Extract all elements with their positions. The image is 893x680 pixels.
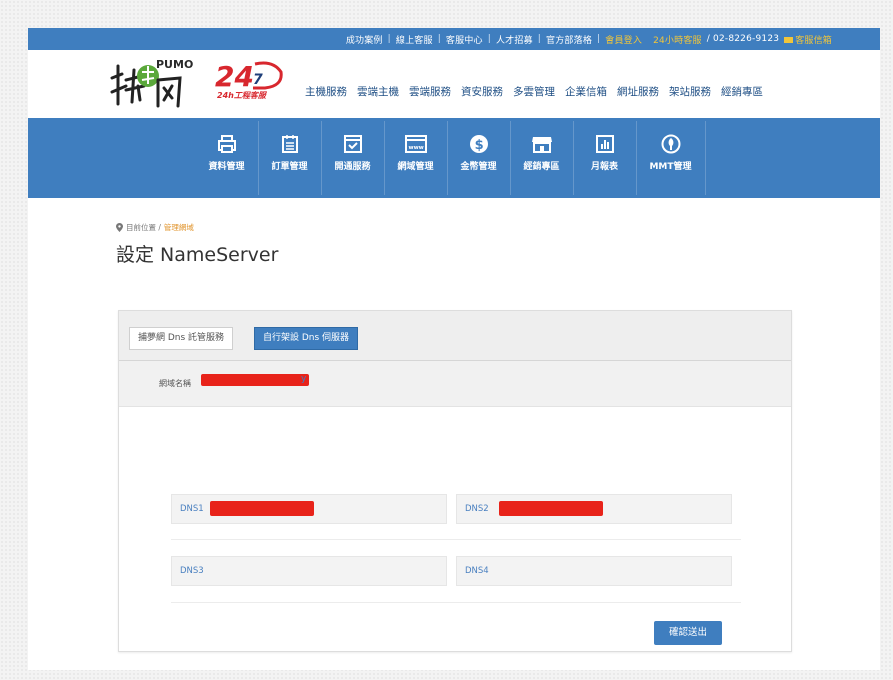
svg-text:$: $ <box>474 138 483 153</box>
tab-custom-dns[interactable]: 自行架設 Dns 伺服器 <box>254 327 359 350</box>
calendar-list-icon <box>281 135 298 153</box>
breadcrumb-current[interactable]: 管理網域 <box>164 222 194 233</box>
topbar-link-online-support[interactable]: 線上客服 <box>396 33 433 46</box>
checkbox-window-icon <box>343 135 362 153</box>
member-login-link[interactable]: 會員登入 <box>605 33 642 46</box>
location-pin-icon <box>116 223 123 232</box>
topbar-link-blog[interactable]: 官方部落格 <box>546 33 592 46</box>
topbar-link-careers[interactable]: 人才招募 <box>496 33 533 46</box>
site-header: PUMO 24 7 24h工程客服 主機服務 雲端主機 雲端服務 資安服務 多雲… <box>28 50 880 118</box>
dns1-field[interactable]: DNS1 <box>171 494 447 524</box>
admin-menu-monthly-report[interactable]: 月報表 <box>574 121 637 195</box>
svg-text:24: 24 <box>215 60 254 92</box>
topbar-link-cases[interactable]: 成功案例 <box>346 33 383 46</box>
badge-subtitle: 24h工程客服 <box>217 91 266 100</box>
separator: | <box>437 34 441 44</box>
dns-mode-tabs: 捕夢網 Dns 託管服務 自行架設 Dns 伺服器 <box>119 311 791 361</box>
dns1-value-redacted <box>210 501 314 516</box>
admin-menu-reseller[interactable]: 經銷專區 <box>511 121 574 195</box>
domain-row: 網域名稱 y <box>119 361 791 407</box>
logo-text: PUMO <box>156 58 194 71</box>
nav-enterprise-mail[interactable]: 企業信箱 <box>565 84 607 99</box>
bar-chart-icon <box>595 135 614 153</box>
svg-text:www: www <box>408 145 423 151</box>
dns2-value-redacted <box>499 501 603 516</box>
tab-hosted-dns[interactable]: 捕夢網 Dns 託管服務 <box>129 327 234 350</box>
admin-menu-label: 月報表 <box>590 162 618 172</box>
divider <box>171 602 741 603</box>
admin-menu-coins[interactable]: $ 金幣管理 <box>448 121 511 195</box>
www-window-icon: www <box>404 135 427 153</box>
admin-menu: 資料管理 訂單管理 開通服務 www 網域管理 $ 金幣管理 經銷專區 月報表 … <box>28 118 880 198</box>
submit-button[interactable]: 確認送出 <box>654 621 722 645</box>
admin-menu-label: MMT管理 <box>649 162 692 172</box>
nameserver-panel: 捕夢網 Dns 託管服務 自行架設 Dns 伺服器 網域名稱 y DNS1 DN… <box>118 310 792 652</box>
admin-menu-profile[interactable]: 資料管理 <box>195 121 259 195</box>
dns4-field[interactable]: DNS4 <box>456 556 732 586</box>
main-nav: 主機服務 雲端主機 雲端服務 資安服務 多雲管理 企業信箱 網址服務 架站服務 … <box>305 84 763 99</box>
admin-menu-label: 資料管理 <box>208 162 245 172</box>
breadcrumb: 目前位置 / 管理網域 <box>116 222 194 233</box>
separator: | <box>387 34 391 44</box>
admin-menu-label: 網域管理 <box>397 162 434 172</box>
nav-website[interactable]: 架站服務 <box>669 84 711 99</box>
hotline-label: 24小時客服 <box>653 35 702 46</box>
topbar-link-service-center[interactable]: 客服中心 <box>446 33 483 46</box>
store-icon <box>531 137 552 153</box>
mail-icon <box>784 37 794 43</box>
site-logo[interactable]: PUMO <box>108 56 208 112</box>
admin-menu-orders[interactable]: 訂單管理 <box>259 121 322 195</box>
domain-label: 網域名稱 <box>159 379 191 388</box>
page-title: 設定 NameServer <box>116 244 279 266</box>
mailbox-link[interactable]: 客服信箱 <box>784 33 832 46</box>
dollar-coin-icon: $ <box>469 135 488 153</box>
nav-security[interactable]: 資安服務 <box>461 84 503 99</box>
nav-multicloud[interactable]: 多雲管理 <box>513 84 555 99</box>
divider <box>171 539 741 540</box>
nav-hosting[interactable]: 主機服務 <box>305 84 347 99</box>
badge-24h[interactable]: 24 7 24h工程客服 <box>215 58 285 104</box>
admin-menu-label: 金幣管理 <box>460 162 497 172</box>
admin-menu-label: 訂單管理 <box>271 162 308 172</box>
badge-24-7-icon: 24 7 <box>215 60 283 93</box>
admin-menu-label: 經銷專區 <box>523 162 560 172</box>
dns1-label: DNS1 <box>180 504 204 514</box>
phone-number: / 02-8226-9123 <box>706 34 780 44</box>
breadcrumb-prefix: 目前位置 / <box>126 223 161 232</box>
printer-icon <box>217 135 236 153</box>
dns3-label: DNS3 <box>180 566 204 576</box>
admin-menu-label: 開通服務 <box>334 162 371 172</box>
domain-value-tail: y <box>301 374 307 384</box>
mmt-logo-icon <box>661 134 680 154</box>
dns2-label: DNS2 <box>465 504 489 514</box>
nav-reseller[interactable]: 經銷專區 <box>721 84 763 99</box>
admin-menu-domain[interactable]: www 網域管理 <box>385 121 448 195</box>
separator: | <box>487 34 491 44</box>
dns2-field[interactable]: DNS2 <box>456 494 732 524</box>
separator: | <box>597 34 601 44</box>
page: 成功案例 | 線上客服 | 客服中心 | 人才招募 | 官方部落格 | 會員登入… <box>28 28 880 670</box>
svg-text:7: 7 <box>253 72 263 88</box>
nav-domain[interactable]: 網址服務 <box>617 84 659 99</box>
admin-menu-activation[interactable]: 開通服務 <box>322 121 385 195</box>
admin-menu-mmt[interactable]: MMT管理 <box>637 121 706 195</box>
nav-cloud-service[interactable]: 雲端服務 <box>409 84 451 99</box>
top-bar: 成功案例 | 線上客服 | 客服中心 | 人才招募 | 官方部落格 | 會員登入… <box>28 28 880 50</box>
domain-value-redacted <box>201 374 309 386</box>
nav-cloud-host[interactable]: 雲端主機 <box>357 84 399 99</box>
separator: | <box>537 34 542 44</box>
mailbox-label: 客服信箱 <box>795 35 832 46</box>
dns4-label: DNS4 <box>465 566 489 576</box>
dns3-field[interactable]: DNS3 <box>171 556 447 586</box>
